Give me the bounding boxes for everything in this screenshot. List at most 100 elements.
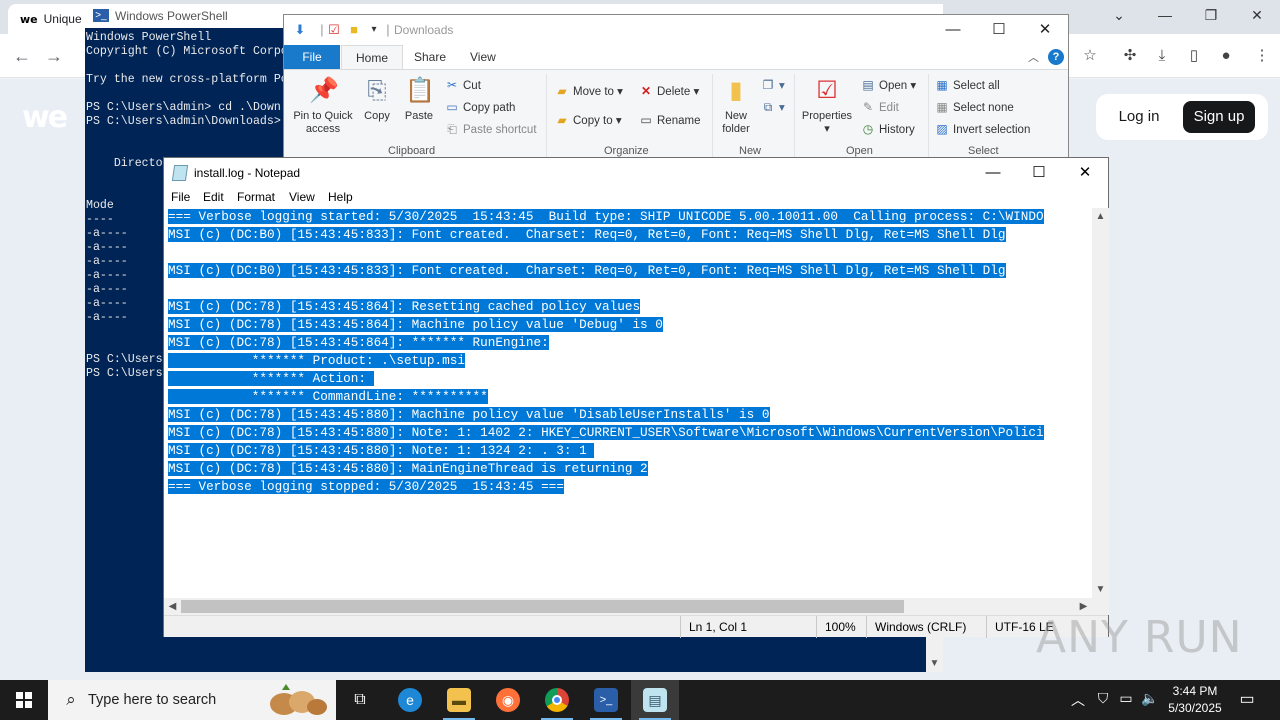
network-icon[interactable]: ▭ bbox=[1116, 690, 1136, 707]
move-to-button[interactable]: ▰ Move to ▾ bbox=[554, 82, 623, 100]
open-button[interactable]: ▤ Open ▾ bbox=[860, 76, 916, 94]
rename-button[interactable]: ▭ Rename bbox=[638, 111, 700, 129]
tab-search-icon[interactable]: ⌄ bbox=[1096, 4, 1142, 26]
menu-view[interactable]: View bbox=[289, 190, 315, 204]
close-icon[interactable]: ✕ bbox=[1022, 15, 1068, 45]
new-folder-qat-icon[interactable]: ■ bbox=[346, 22, 362, 38]
tab-share[interactable]: Share bbox=[400, 45, 460, 69]
folder-down-icon[interactable]: ⬇ bbox=[292, 22, 308, 38]
tab-home[interactable]: Home bbox=[341, 45, 404, 69]
invert-selection-button[interactable]: ▨ Invert selection bbox=[934, 120, 1030, 138]
taskbar-file-explorer[interactable]: ▬ bbox=[435, 680, 483, 720]
task-view-button[interactable]: ⧉ bbox=[336, 680, 384, 720]
login-button[interactable]: Log in bbox=[1104, 101, 1174, 133]
scroll-left-arrow-icon[interactable]: ◀ bbox=[164, 598, 181, 615]
new-item-button[interactable]: ❐ ▾ bbox=[760, 76, 785, 94]
console-line: Copyright (C) Microsoft Corpo bbox=[86, 45, 288, 58]
help-icon[interactable]: ? bbox=[1048, 49, 1064, 65]
taskbar-powershell[interactable]: >_ bbox=[582, 680, 630, 720]
extensions-icon[interactable]: ✣ bbox=[1118, 44, 1142, 68]
console-line: PS C:\Users\admin\Downloads> bbox=[86, 115, 281, 128]
tab-view[interactable]: View bbox=[456, 45, 510, 69]
forward-icon[interactable]: → bbox=[42, 44, 66, 68]
volume-icon[interactable]: 🔈 bbox=[1140, 690, 1160, 707]
vertical-scrollbar[interactable]: ▲ ▼ bbox=[1092, 208, 1109, 598]
maximize-icon[interactable]: ☐ bbox=[976, 15, 1022, 45]
minimize-icon[interactable]: — bbox=[970, 158, 1016, 188]
copy-label: Copy bbox=[364, 110, 390, 122]
notepad-icon bbox=[171, 165, 189, 181]
menu-file[interactable]: File bbox=[171, 190, 190, 204]
copy-path-button[interactable]: ▭ Copy path bbox=[444, 98, 515, 116]
copy-to-label: Copy to bbox=[573, 115, 613, 127]
copy-to-icon: ▰ bbox=[557, 113, 567, 127]
profile-icon[interactable]: ● bbox=[1214, 44, 1238, 68]
selected-text: MSI (c) (DC:78) [15:43:45:880]: Note: 1:… bbox=[168, 443, 595, 458]
edit-button[interactable]: ✎ Edit bbox=[860, 98, 899, 116]
horizontal-scrollbar[interactable]: ◀ ▶ bbox=[164, 598, 1092, 615]
delete-button[interactable]: ✕ Delete ▾ bbox=[638, 82, 699, 100]
paste-button[interactable]: 📋 Paste bbox=[402, 76, 436, 123]
cut-button[interactable]: ✂ Cut bbox=[444, 76, 481, 94]
taskbar-edge[interactable]: e bbox=[386, 680, 434, 720]
taskbar-clock[interactable]: 3:44 PM 5/30/2025 bbox=[1166, 683, 1224, 717]
tab-file[interactable]: File bbox=[284, 45, 340, 69]
browser-tab[interactable]: we Unique bbox=[8, 4, 94, 34]
search-placeholder: Type here to search bbox=[88, 692, 217, 708]
copy-button[interactable]: ⎘ Copy bbox=[360, 76, 394, 123]
copy-to-button[interactable]: ▰ Copy to ▾ bbox=[554, 111, 621, 129]
security-icon[interactable]: ⛉ bbox=[1093, 690, 1113, 707]
rename-label: Rename bbox=[657, 115, 701, 127]
select-all-button[interactable]: ▦ Select all bbox=[934, 76, 1000, 94]
menu-help[interactable]: Help bbox=[328, 190, 353, 204]
signup-button[interactable]: Sign up bbox=[1183, 101, 1255, 133]
restore-icon[interactable]: ❐ bbox=[1188, 4, 1234, 26]
easy-access-button[interactable]: ⧉ ▾ bbox=[760, 98, 785, 116]
windows-logo-icon bbox=[16, 692, 32, 708]
notepad-window[interactable]: install.log - Notepad — ☐ ✕ File Edit Fo… bbox=[163, 157, 1109, 638]
taskbar-notepad[interactable]: ▤ bbox=[631, 680, 679, 720]
select-all-label: Select all bbox=[953, 80, 1000, 92]
star-icon[interactable]: ☆ bbox=[1078, 44, 1102, 68]
history-button[interactable]: ◷ History bbox=[860, 120, 915, 138]
new-folder-button[interactable]: ▮ New folder bbox=[716, 76, 756, 136]
taskbar-firefox[interactable]: ◉ bbox=[484, 680, 532, 720]
menu-format[interactable]: Format bbox=[237, 190, 275, 204]
maximize-icon[interactable]: ☐ bbox=[1016, 158, 1062, 188]
explorer-title: Downloads bbox=[394, 23, 454, 37]
menu-edit[interactable]: Edit bbox=[203, 190, 224, 204]
paste-shortcut-button[interactable]: ⎗ Paste shortcut bbox=[444, 120, 536, 138]
notepad-titlebar[interactable]: install.log - Notepad — ☐ ✕ bbox=[164, 158, 1108, 188]
collapse-ribbon-icon[interactable]: ︿ bbox=[1028, 49, 1039, 65]
notification-icon[interactable]: ▭ bbox=[1236, 689, 1258, 711]
select-none-button[interactable]: ▦ Select none bbox=[934, 98, 1013, 116]
close-icon[interactable]: ✕ bbox=[1234, 4, 1280, 26]
sidepanel-icon[interactable]: ▯ bbox=[1182, 44, 1206, 68]
download-icon[interactable]: ⤓ bbox=[1150, 44, 1174, 68]
menu-icon[interactable]: ⋮ bbox=[1250, 44, 1274, 68]
wetransfer-logo[interactable]: we bbox=[22, 100, 68, 135]
horizontal-scroll-thumb[interactable] bbox=[181, 600, 904, 613]
scroll-down-arrow-icon[interactable]: ▼ bbox=[926, 655, 943, 672]
show-hidden-icons-icon[interactable]: ︿ bbox=[1068, 690, 1088, 710]
taskbar-chrome[interactable] bbox=[533, 680, 581, 720]
start-button[interactable] bbox=[0, 680, 48, 720]
scroll-down-arrow-icon[interactable]: ▼ bbox=[1092, 581, 1109, 598]
new-folder-label: New folder bbox=[722, 110, 750, 135]
log-line: === Verbose logging stopped: 5/30/2025 1… bbox=[168, 478, 564, 496]
minimize-icon[interactable]: — bbox=[1142, 4, 1188, 26]
properties-qat-icon[interactable]: ☑ bbox=[326, 22, 342, 38]
properties-button[interactable]: ☑ Properties ▾ bbox=[798, 76, 856, 136]
explorer-titlebar[interactable]: ⬇ | ☑ ■ ▾ | Downloads — ☐ ✕ bbox=[284, 15, 1068, 45]
scroll-up-arrow-icon[interactable]: ▲ bbox=[1092, 208, 1109, 225]
file-explorer-window[interactable]: ⬇ | ☑ ■ ▾ | Downloads — ☐ ✕ File Home Sh… bbox=[283, 14, 1069, 159]
notepad-text-area[interactable]: === Verbose logging started: 5/30/2025 1… bbox=[164, 208, 1092, 598]
taskbar-search[interactable]: ⌕ Type here to search bbox=[48, 680, 336, 720]
minimize-icon[interactable]: — bbox=[930, 15, 976, 45]
back-icon[interactable]: ← bbox=[10, 44, 34, 68]
pin-quick-access-button[interactable]: 📌 Pin to Quick access bbox=[290, 76, 356, 136]
close-icon[interactable]: ✕ bbox=[1062, 158, 1108, 188]
console-line: PS C:\Users\admin> cd .\Down bbox=[86, 101, 281, 114]
